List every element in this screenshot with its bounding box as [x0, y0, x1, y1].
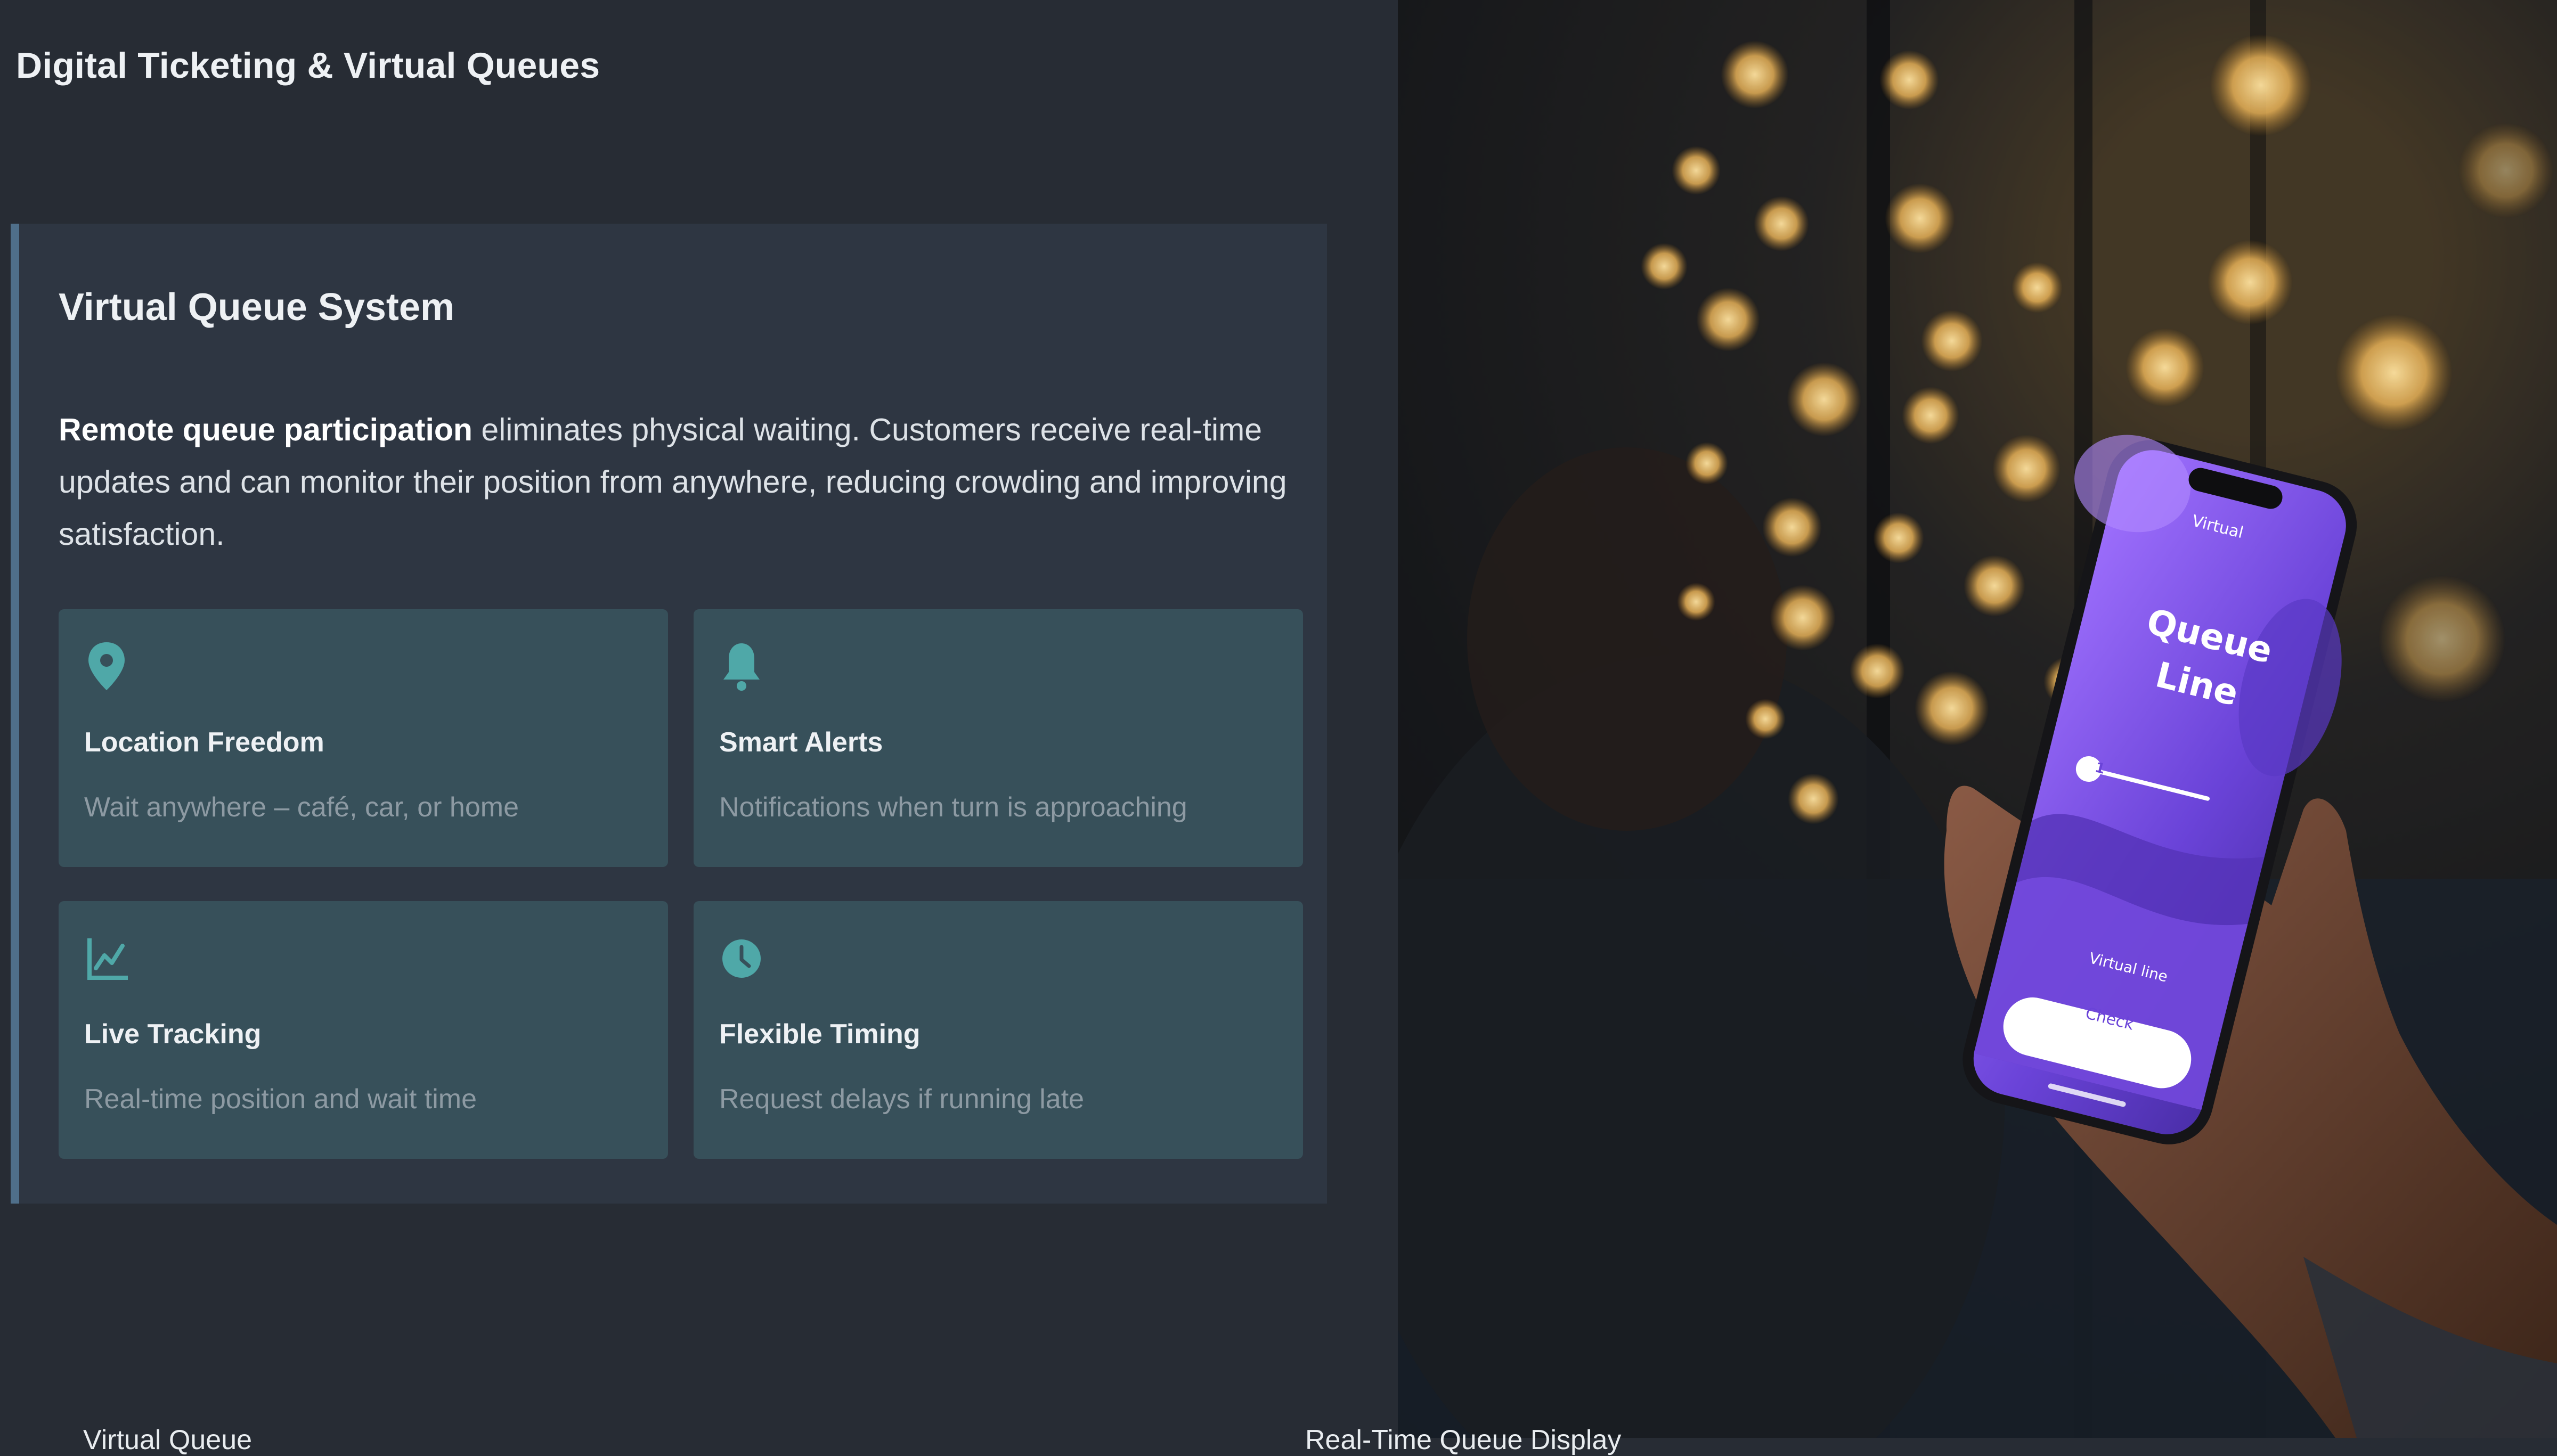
feature-location-freedom: Location Freedom Wait anywhere – café, c…: [59, 609, 668, 867]
footer-label-left: Virtual Queue: [83, 1425, 253, 1455]
hero-photo: Virtual Queue Line 1 Virtual line Check: [1398, 0, 2557, 1438]
feature-smart-alerts: Smart Alerts Notifications when turn is …: [694, 609, 1303, 867]
feature-flexible-timing: Flexible Timing Request delays if runnin…: [694, 901, 1303, 1159]
card-title: Virtual Queue System: [59, 286, 454, 329]
virtual-queue-card: Virtual Queue System Remote queue partic…: [11, 224, 1327, 1204]
card-description: Remote queue participation eliminates ph…: [59, 404, 1300, 560]
feature-title: Location Freedom: [84, 727, 324, 758]
clock-icon: [719, 931, 764, 986]
page-title: Digital Ticketing & Virtual Queues: [16, 45, 600, 86]
feature-text: Real-time position and wait time: [84, 1084, 477, 1115]
feature-text: Notifications when turn is approaching: [719, 792, 1187, 823]
feature-live-tracking: Live Tracking Real-time position and wai…: [59, 901, 668, 1159]
feature-title: Smart Alerts: [719, 727, 883, 758]
feature-title: Live Tracking: [84, 1019, 262, 1050]
location-pin-icon: [84, 639, 129, 694]
feature-title: Flexible Timing: [719, 1019, 921, 1050]
footer-label-right: Real-Time Queue Display: [1305, 1425, 1622, 1455]
feature-text: Wait anywhere – café, car, or home: [84, 792, 519, 823]
feature-text: Request delays if running late: [719, 1084, 1085, 1115]
content-panel: Digital Ticketing & Virtual Queues Virtu…: [0, 0, 1398, 1455]
chart-line-icon: [84, 931, 129, 986]
card-description-strong: Remote queue participation: [59, 412, 473, 447]
bell-icon: [719, 639, 764, 694]
